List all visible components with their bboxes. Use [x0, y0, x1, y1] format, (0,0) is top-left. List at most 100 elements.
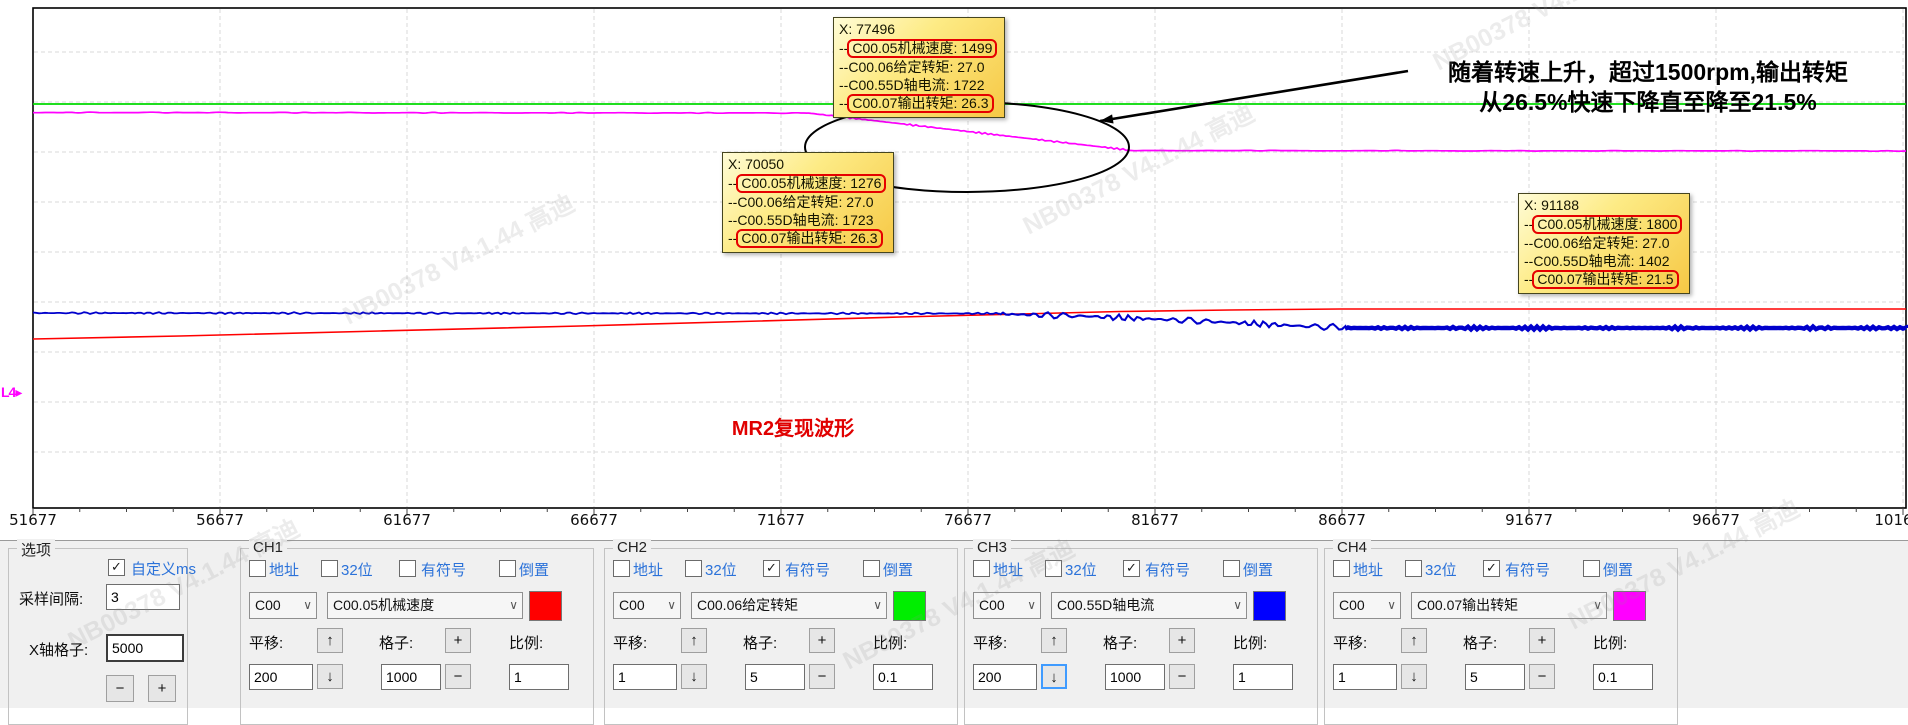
- tooltip-line: --C00.07输出转矩: 26.3: [839, 94, 997, 113]
- x-grid-minus-button[interactable]: −: [106, 675, 134, 702]
- ch2-color-swatch[interactable]: [893, 591, 926, 621]
- channel-group-ch4: CH4 地址 32位 ✓ 有符号 倒置 C00∨ C00.07输出转矩∨ 平移:…: [1324, 548, 1678, 725]
- custom-ms-label[interactable]: 自定义ms: [131, 558, 196, 579]
- ch4-32bit-label[interactable]: 32位: [1425, 559, 1457, 580]
- ch1-group-value: C00: [255, 597, 281, 613]
- x-axis-label: 86677: [1318, 511, 1366, 529]
- ch3-address-checkbox[interactable]: [973, 560, 990, 577]
- ch1-group-select[interactable]: C00∨: [249, 592, 317, 619]
- ch4-invert-label[interactable]: 倒置: [1603, 559, 1633, 580]
- ch4-address-label[interactable]: 地址: [1353, 559, 1383, 580]
- ch4-grid-minus-button[interactable]: −: [1529, 664, 1555, 689]
- ch3-pan-input[interactable]: [973, 664, 1037, 690]
- ch1-address-checkbox[interactable]: [249, 560, 266, 577]
- custom-ms-checkbox[interactable]: ✓: [108, 559, 125, 576]
- ch1-invert-label[interactable]: 倒置: [519, 559, 549, 580]
- ch2-invert-checkbox[interactable]: [863, 560, 880, 577]
- ch1-pan-input[interactable]: [249, 664, 313, 690]
- ch1-title: CH1: [249, 539, 287, 556]
- ch2-signed-label[interactable]: 有符号: [785, 559, 830, 580]
- ch4-pan-down-button[interactable]: ↓: [1401, 664, 1427, 689]
- ch4-pan-up-button[interactable]: ↑: [1401, 628, 1427, 653]
- ch2-address-checkbox[interactable]: [613, 560, 630, 577]
- ch4-grid-label: 格子:: [1463, 632, 1497, 653]
- ch2-32bit-checkbox[interactable]: [685, 560, 702, 577]
- tooltip-highlighted-value: C00.05机械速度: 1276: [736, 174, 886, 193]
- ch2-grid-label: 格子:: [743, 632, 777, 653]
- ch3-color-swatch[interactable]: [1253, 591, 1286, 621]
- ch2-grid-plus-button[interactable]: +: [809, 628, 835, 653]
- ch4-scale-input[interactable]: [1593, 664, 1653, 690]
- ch4-signed-checkbox[interactable]: ✓: [1483, 560, 1500, 577]
- ch1-signed-checkbox[interactable]: [399, 560, 416, 577]
- ch2-pan-input[interactable]: [613, 664, 677, 690]
- ch3-32bit-label[interactable]: 32位: [1065, 559, 1097, 580]
- ch2-pan-down-button[interactable]: ↓: [681, 664, 707, 689]
- ch3-signed-checkbox[interactable]: ✓: [1123, 560, 1140, 577]
- sample-interval-input[interactable]: [106, 584, 180, 610]
- x-axis-label: 66677: [570, 511, 618, 529]
- ch4-signed-label[interactable]: 有符号: [1505, 559, 1550, 580]
- ch1-grid-minus-button[interactable]: −: [445, 664, 471, 689]
- tooltip-highlighted-value: C00.07输出转矩: 26.3: [847, 94, 993, 113]
- waveform-chart[interactable]: 5167756677616776667771677766778167786677…: [0, 0, 1908, 540]
- ch4-invert-checkbox[interactable]: [1583, 560, 1600, 577]
- trigger-marker-l4[interactable]: L4▸: [1, 384, 21, 401]
- ch3-address-label[interactable]: 地址: [993, 559, 1023, 580]
- ch4-color-swatch[interactable]: [1613, 591, 1646, 621]
- ch4-signal-select[interactable]: C00.07输出转矩∨: [1411, 592, 1607, 619]
- ch1-32bit-label[interactable]: 32位: [341, 559, 373, 580]
- ch2-group-select[interactable]: C00∨: [613, 592, 681, 619]
- ch3-invert-checkbox[interactable]: [1223, 560, 1240, 577]
- ch4-scale-label: 比例:: [1593, 632, 1627, 653]
- ch3-pan-up-button[interactable]: ↑: [1041, 628, 1067, 653]
- ch1-pan-label: 平移:: [249, 632, 283, 653]
- annotation-arrow: [1100, 71, 1408, 121]
- ch1-address-label[interactable]: 地址: [269, 559, 299, 580]
- ch4-32bit-checkbox[interactable]: [1405, 560, 1422, 577]
- ch1-32bit-checkbox[interactable]: [321, 560, 338, 577]
- ch4-grid-input[interactable]: [1465, 664, 1525, 690]
- ch1-pan-up-button[interactable]: ↑: [317, 628, 343, 653]
- ch1-signed-label[interactable]: 有符号: [421, 559, 466, 580]
- ch1-scale-input[interactable]: [509, 664, 569, 690]
- ch4-address-checkbox[interactable]: [1333, 560, 1350, 577]
- ch2-grid-minus-button[interactable]: −: [809, 664, 835, 689]
- x-grid-input[interactable]: [106, 634, 184, 662]
- chevron-down-icon: ∨: [667, 593, 676, 618]
- ch3-pan-down-button[interactable]: ↓: [1041, 664, 1067, 689]
- ch3-signal-select[interactable]: C00.55D轴电流∨: [1051, 592, 1247, 619]
- ch3-group-value: C00: [979, 597, 1005, 613]
- ch1-grid-plus-button[interactable]: +: [445, 628, 471, 653]
- ch2-pan-up-button[interactable]: ↑: [681, 628, 707, 653]
- ch1-invert-checkbox[interactable]: [499, 560, 516, 577]
- ch2-invert-label[interactable]: 倒置: [883, 559, 913, 580]
- ch3-group-select[interactable]: C00∨: [973, 592, 1041, 619]
- chart-title: MR2复现波形: [633, 412, 953, 441]
- ch2-signed-checkbox[interactable]: ✓: [763, 560, 780, 577]
- ch3-invert-label[interactable]: 倒置: [1243, 559, 1273, 580]
- ch2-32bit-label[interactable]: 32位: [705, 559, 737, 580]
- ch3-32bit-checkbox[interactable]: [1045, 560, 1062, 577]
- ch4-pan-input[interactable]: [1333, 664, 1397, 690]
- ch2-scale-input[interactable]: [873, 664, 933, 690]
- x-axis-label: 81677: [1131, 511, 1179, 529]
- x-grid-plus-button[interactable]: +: [148, 675, 176, 702]
- ch1-grid-input[interactable]: [381, 664, 441, 690]
- tooltip-line-prefix: --: [839, 59, 848, 75]
- ch2-signal-select[interactable]: C00.06给定转矩∨: [691, 592, 887, 619]
- ch4-group-select[interactable]: C00∨: [1333, 592, 1401, 619]
- ch1-color-swatch[interactable]: [529, 591, 562, 621]
- ch3-grid-minus-button[interactable]: −: [1169, 664, 1195, 689]
- ch3-grid-plus-button[interactable]: +: [1169, 628, 1195, 653]
- ch1-pan-down-button[interactable]: ↓: [317, 664, 343, 689]
- ch2-grid-input[interactable]: [745, 664, 805, 690]
- ch4-signal-value: C00.07输出转矩: [1417, 597, 1518, 613]
- ch3-grid-input[interactable]: [1105, 664, 1165, 690]
- x-axis-label: 56677: [196, 511, 244, 529]
- ch4-grid-plus-button[interactable]: +: [1529, 628, 1555, 653]
- ch3-signed-label[interactable]: 有符号: [1145, 559, 1190, 580]
- ch1-signal-select[interactable]: C00.05机械速度∨: [327, 592, 523, 619]
- ch3-scale-input[interactable]: [1233, 664, 1293, 690]
- ch2-address-label[interactable]: 地址: [633, 559, 663, 580]
